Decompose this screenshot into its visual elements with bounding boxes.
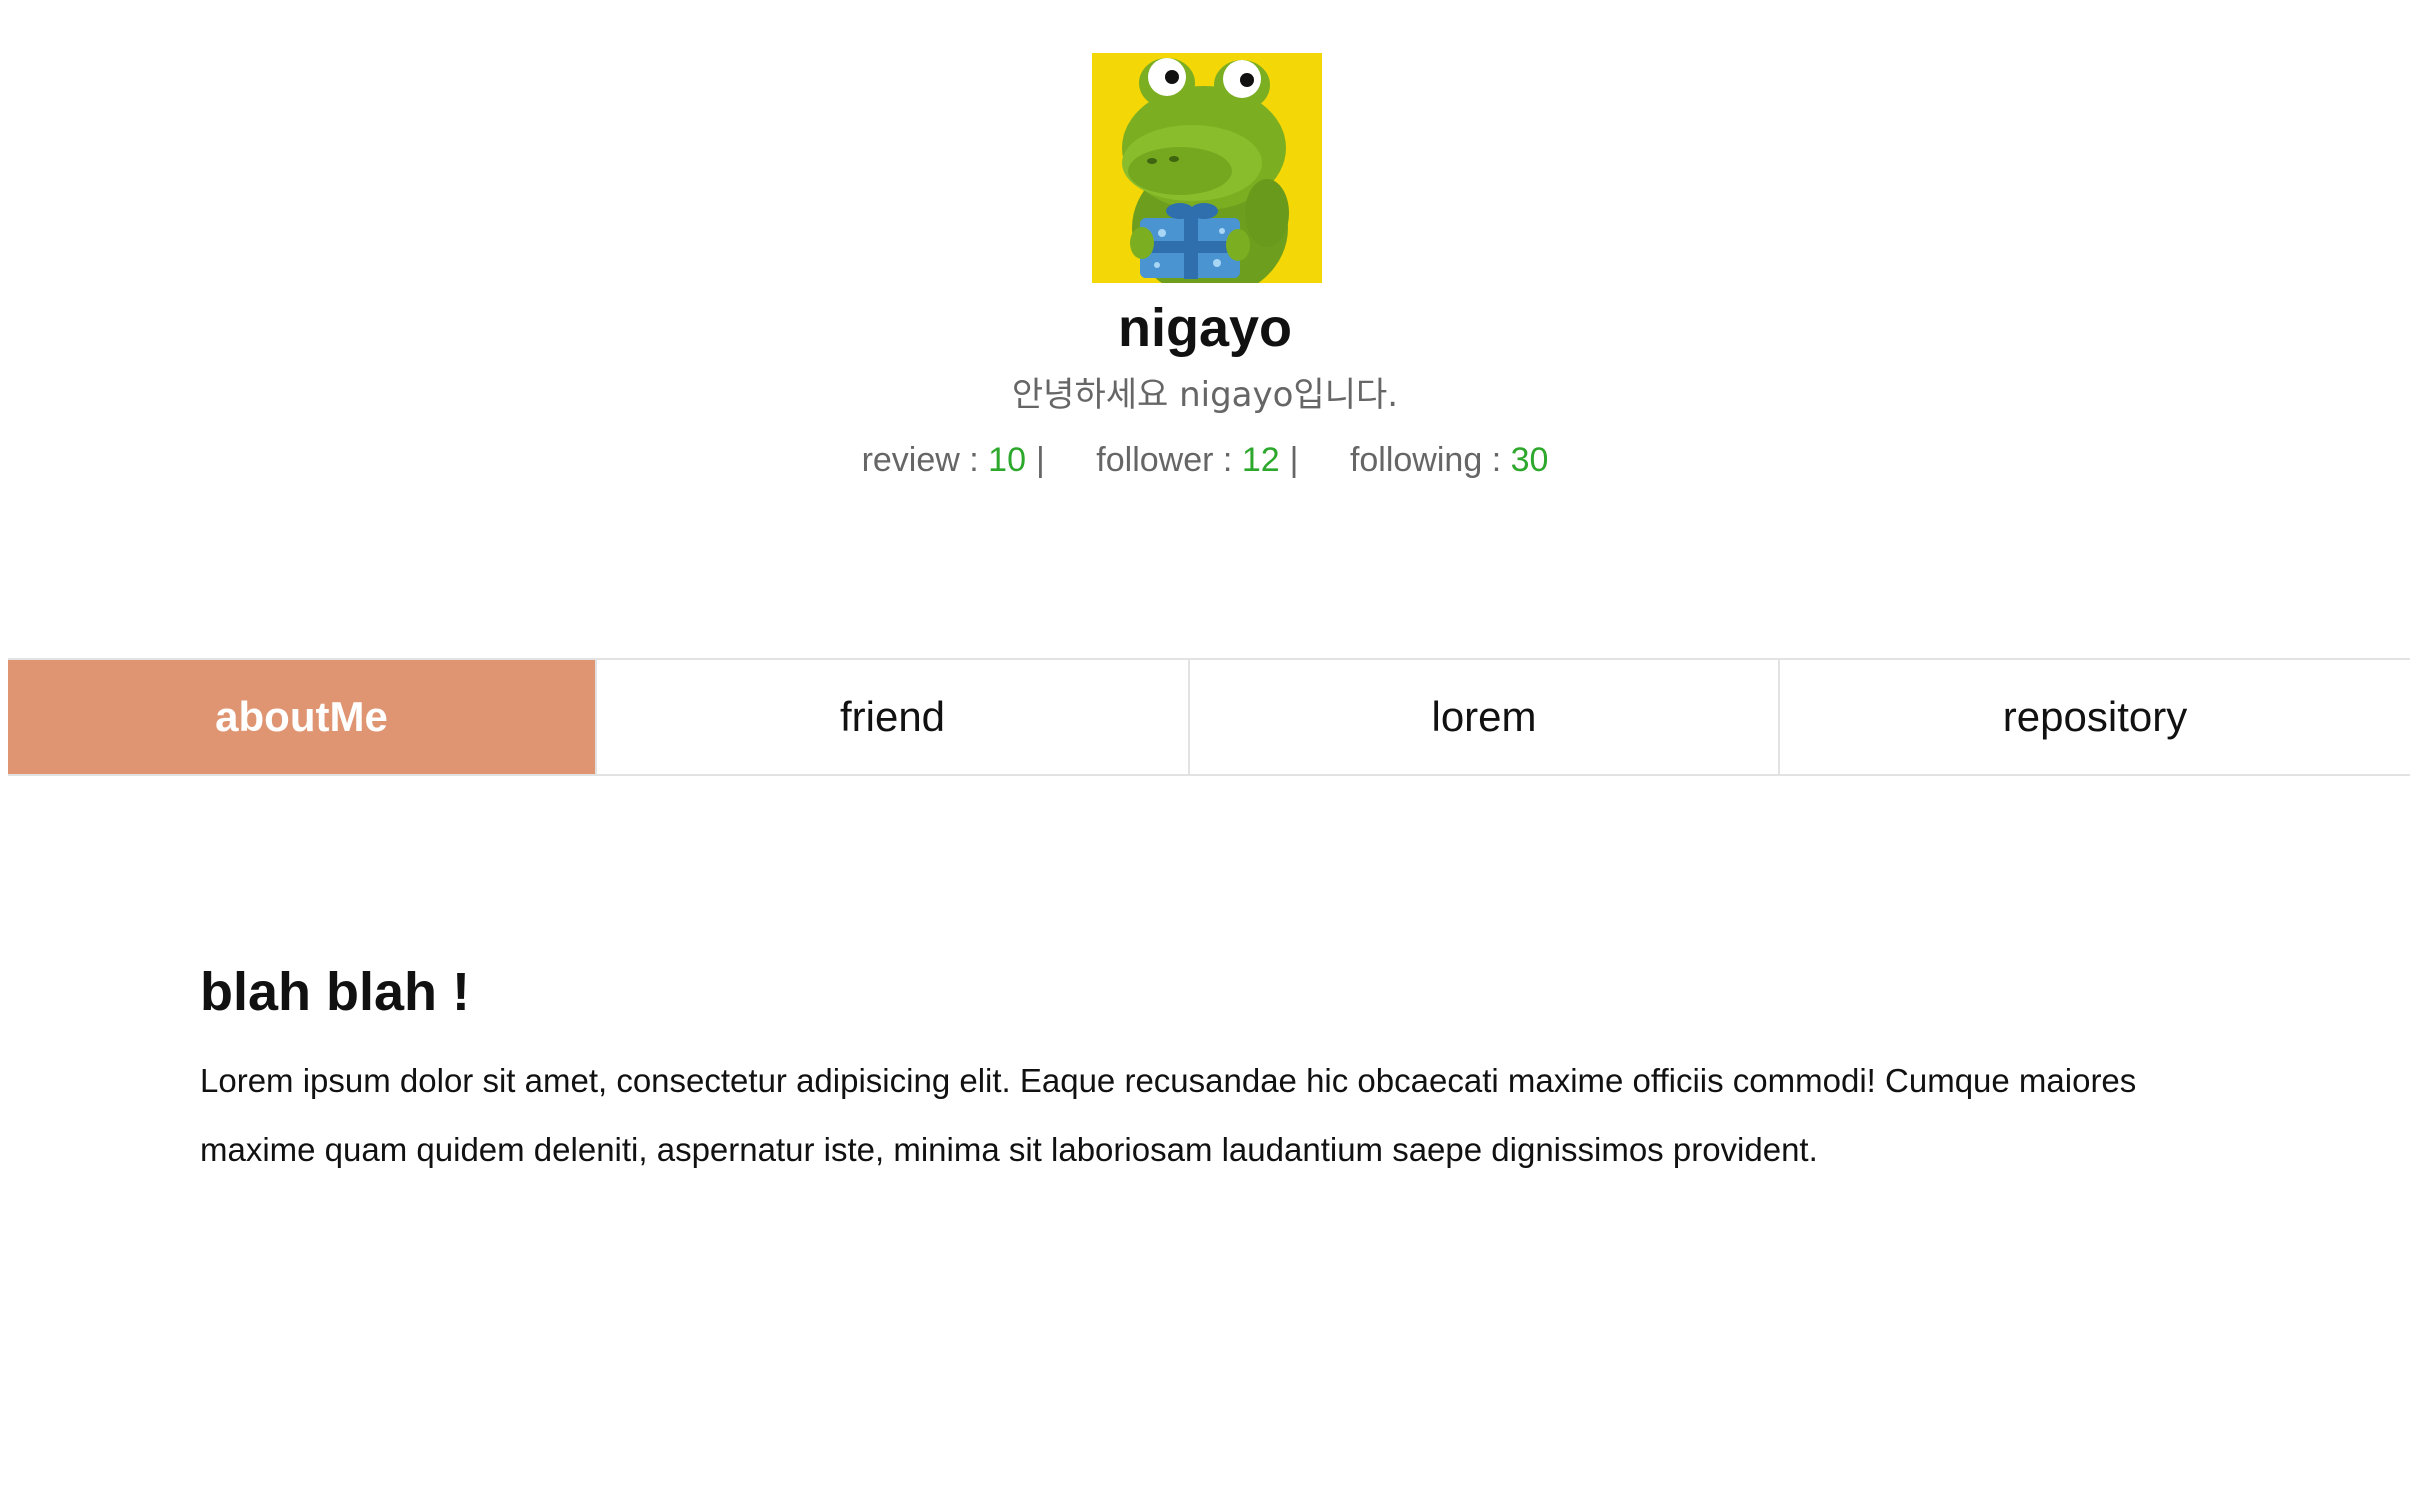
tab-content-panel: blah blah ! Lorem ipsum dolor sit amet, … — [200, 960, 2160, 1184]
stat-review[interactable]: review : 10 | — [862, 437, 1045, 483]
stat-follower[interactable]: follower : 12 | — [1096, 437, 1298, 483]
stat-label: following — [1349, 441, 1483, 479]
profile-greeting: 안녕하세요 nigayo입니다. — [1011, 375, 1399, 415]
tab-repository[interactable]: repository — [1778, 660, 2410, 774]
profile-stats: review : 10 | follower : 12 | following : … — [0, 437, 2410, 483]
stat-colon: : — [959, 441, 989, 479]
stat-separator: | — [1036, 441, 1045, 479]
stat-colon: : — [1482, 441, 1511, 479]
stat-value: 30 — [1510, 441, 1549, 479]
tab-lorem[interactable]: lorem — [1188, 660, 1778, 774]
stat-value: 12 — [1241, 441, 1280, 479]
stat-colon: : — [1213, 441, 1242, 479]
stat-value: 10 — [988, 441, 1026, 479]
stat-following[interactable]: following : 30 — [1350, 437, 1548, 483]
tab-aboutme[interactable]: aboutMe — [8, 660, 595, 774]
stat-separator: | — [1289, 441, 1299, 479]
avatar[interactable] — [1092, 53, 1322, 283]
dinosaur-avatar-image — [1092, 53, 1322, 283]
username: nigayo — [1117, 298, 1293, 358]
content-body: Lorem ipsum dolor sit amet, consectetur … — [200, 1062, 2137, 1168]
stat-label: review — [861, 441, 960, 479]
content-heading: blah blah ! — [200, 962, 470, 1022]
stat-label: follower — [1096, 441, 1214, 479]
tab-friend[interactable]: friend — [595, 660, 1188, 774]
profile-tabs: aboutMe friend lorem repository — [8, 658, 2410, 776]
